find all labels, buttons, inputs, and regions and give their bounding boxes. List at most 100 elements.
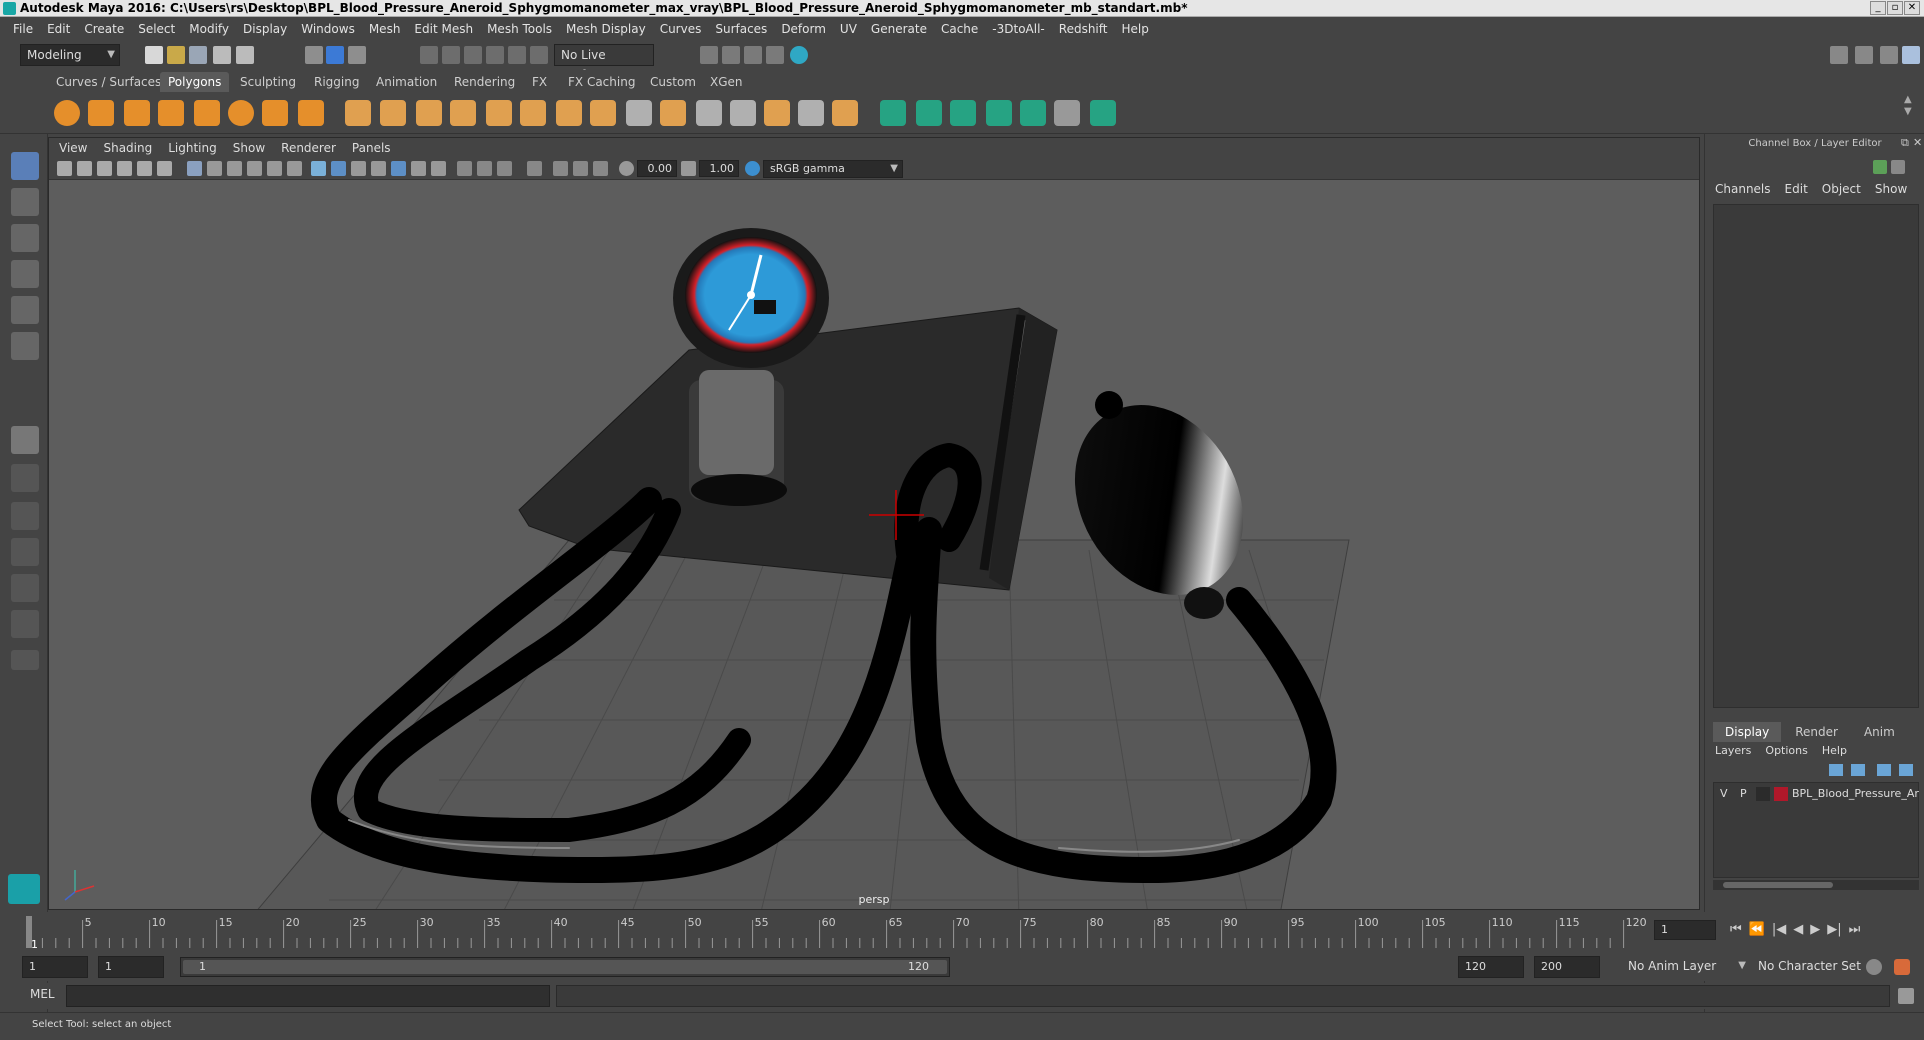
camera-select-icon[interactable] (57, 161, 72, 176)
workspace-icon[interactable] (1830, 46, 1848, 64)
time-slider[interactable]: 5 10 15 20 25 30 35 40 45 50 55 60 65 70 75 80 85 90 95 100… (0, 912, 1924, 954)
cb-menu-show[interactable]: Show (1875, 182, 1907, 196)
select-objects-icon[interactable] (326, 46, 344, 64)
close-button[interactable]: ✕ (1904, 1, 1920, 15)
move-tool-icon[interactable] (11, 260, 39, 288)
redo-icon[interactable] (236, 46, 254, 64)
layout-uv-icon[interactable] (1090, 100, 1116, 126)
camera-attributes-icon[interactable] (77, 161, 92, 176)
play-forward-icon[interactable]: ▶ (1810, 922, 1820, 937)
grease-pencil-icon[interactable] (157, 161, 172, 176)
vp-menu-shading[interactable]: Shading (103, 141, 152, 155)
select-tool-icon[interactable] (11, 152, 39, 180)
ambient-occlusion-icon[interactable] (457, 161, 472, 176)
color-management-icon[interactable] (745, 161, 760, 176)
menu-uv[interactable]: UV (840, 22, 857, 36)
tab-rendering[interactable]: Rendering (446, 72, 523, 92)
command-input[interactable] (66, 985, 550, 1007)
open-scene-icon[interactable] (167, 46, 185, 64)
end-time-field[interactable]: 200 (1534, 956, 1600, 978)
go-to-end-icon[interactable]: ⏭ (1849, 922, 1861, 937)
layer-scroll-thumb[interactable] (1723, 882, 1833, 888)
menu-edit[interactable]: Edit (47, 22, 70, 36)
layer-color-swatch[interactable] (1774, 787, 1788, 801)
layer-scrollbar[interactable] (1713, 880, 1919, 890)
snap-point-icon[interactable] (464, 46, 482, 64)
menu-create[interactable]: Create (84, 22, 124, 36)
xray-components-icon[interactable] (593, 161, 608, 176)
playback-end-field[interactable]: 120 (1458, 956, 1524, 978)
character-set-dropdown[interactable]: No Character Set (1752, 956, 1862, 978)
lasso-tool-icon[interactable] (11, 188, 39, 216)
close-panel-icon[interactable]: ✕ (1913, 136, 1922, 149)
paint-select-tool-icon[interactable] (11, 224, 39, 252)
snap-surface-icon[interactable] (508, 46, 526, 64)
render-view-icon[interactable] (766, 46, 784, 64)
four-pane-layout-icon[interactable] (11, 464, 39, 492)
new-scene-icon[interactable] (145, 46, 163, 64)
script-editor-icon[interactable] (1898, 988, 1914, 1004)
layout-options-icon[interactable] (11, 650, 39, 670)
menu-select[interactable]: Select (138, 22, 175, 36)
extrude-icon[interactable] (590, 100, 616, 126)
tab-sculpting[interactable]: Sculpting (232, 72, 304, 92)
cb-menu-object[interactable]: Object (1822, 182, 1861, 196)
float-panel-icon[interactable]: ⧉ (1901, 136, 1909, 150)
smooth-shade-icon[interactable] (331, 161, 346, 176)
tab-render[interactable]: Render (1781, 722, 1852, 742)
snap-view-icon[interactable] (486, 46, 504, 64)
bookmark-icon[interactable] (97, 161, 112, 176)
new-layer-selected-icon[interactable] (1899, 764, 1913, 776)
gate-mask-icon[interactable] (247, 161, 262, 176)
gamma-field[interactable]: 1.00 (699, 160, 739, 177)
vp-menu-panels[interactable]: Panels (352, 141, 391, 155)
menu-cache[interactable]: Cache (941, 22, 978, 36)
combine-icon[interactable] (345, 100, 371, 126)
new-layer-icon[interactable] (1877, 764, 1891, 776)
resolution-gate-icon[interactable] (227, 161, 242, 176)
menu-3dtoall[interactable]: -3DtoAll- (992, 22, 1044, 36)
menu-generate[interactable]: Generate (871, 22, 927, 36)
poly-torus-icon[interactable] (228, 100, 254, 126)
insert-edge-loop-icon[interactable] (696, 100, 722, 126)
undo-icon[interactable] (213, 46, 231, 64)
menu-help[interactable]: Help (1121, 22, 1148, 36)
render-frame-icon[interactable] (722, 46, 740, 64)
channel-box-mode-icon[interactable] (1873, 160, 1887, 174)
ipr-render-icon[interactable] (744, 46, 762, 64)
shelf-scroll-icon[interactable]: ▲ ▼ (1904, 94, 1912, 118)
layer-visibility-toggle[interactable]: V (1720, 785, 1728, 803)
anim-preferences-icon[interactable] (1894, 959, 1910, 975)
cylindrical-map-icon[interactable] (916, 100, 942, 126)
poly-prism-icon[interactable] (262, 100, 288, 126)
poly-sphere-icon[interactable] (54, 100, 80, 126)
automatic-map-icon[interactable] (986, 100, 1012, 126)
xray-icon[interactable] (553, 161, 568, 176)
layer-editor-mode-icon[interactable] (1891, 160, 1905, 174)
outliner-layout-icon[interactable] (11, 538, 39, 566)
snap-grid-icon[interactable] (420, 46, 438, 64)
reduce-icon[interactable] (486, 100, 512, 126)
tab-rigging[interactable]: Rigging (306, 72, 367, 92)
start-time-field[interactable]: 1 (22, 956, 88, 978)
xray-joints-icon[interactable] (573, 161, 588, 176)
color-space-dropdown[interactable]: sRGB gamma ▼ (763, 160, 903, 178)
layer-menu-options[interactable]: Options (1765, 744, 1807, 757)
select-hierarchy-icon[interactable] (305, 46, 323, 64)
live-surface-field[interactable]: No Live Surface (554, 44, 654, 82)
poly-pipe-icon[interactable] (298, 100, 324, 126)
scene-canvas[interactable] (49, 180, 1699, 909)
separate-icon[interactable] (380, 100, 406, 126)
two-pane-layout-icon[interactable] (11, 502, 39, 530)
poly-cone-icon[interactable] (158, 100, 184, 126)
anim-layer-dropdown[interactable]: No Anim Layer ▼ (1622, 956, 1750, 978)
boolean-icon[interactable] (832, 100, 858, 126)
graph-layout-icon[interactable] (11, 574, 39, 602)
bridge-icon[interactable] (660, 100, 686, 126)
motion-blur-icon[interactable] (477, 161, 492, 176)
menu-mesh[interactable]: Mesh (369, 22, 401, 36)
vp-menu-show[interactable]: Show (233, 141, 265, 155)
menu-redshift[interactable]: Redshift (1059, 22, 1108, 36)
mirror-icon[interactable] (416, 100, 442, 126)
single-pane-layout-icon[interactable] (11, 426, 39, 454)
